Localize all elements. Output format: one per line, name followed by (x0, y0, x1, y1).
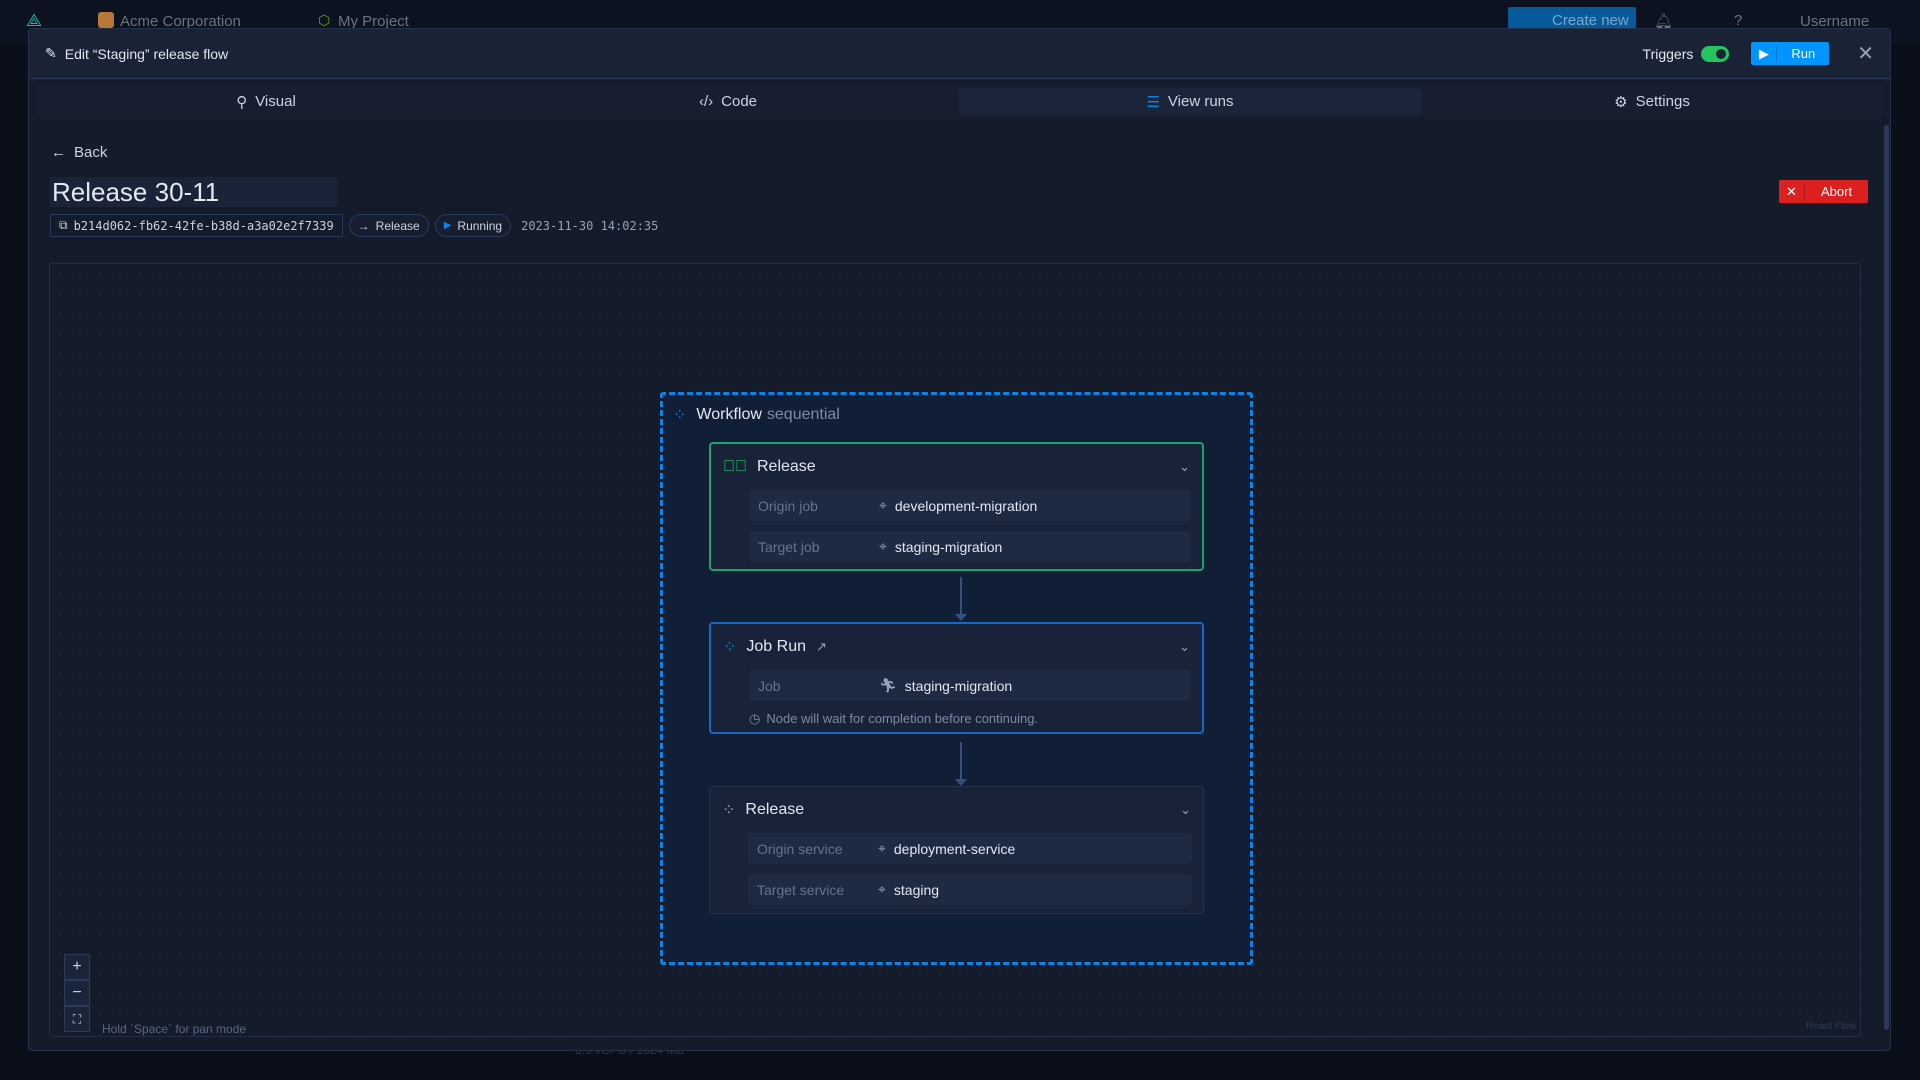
x-icon: ✕ (1779, 183, 1805, 200)
target-icon: ⌖ (879, 497, 887, 513)
row-key: Origin job (758, 497, 818, 514)
row-value: staging (893, 881, 940, 898)
row-value: staging-migration (904, 677, 1013, 694)
triggers-toggle[interactable] (1701, 45, 1730, 62)
fit-view-button[interactable]: ⛶ (64, 1006, 90, 1032)
row-key: Origin service (757, 840, 843, 857)
abort-label: Abort (1821, 184, 1853, 199)
clock-icon: ◷ (749, 711, 761, 726)
arrow-right-icon: → (357, 218, 370, 233)
gear-icon: ⚙ (1614, 93, 1628, 111)
zoom-in-button[interactable]: + (64, 954, 90, 980)
target-icon: ⌖ (879, 538, 887, 554)
triggers-label: Triggers (1642, 45, 1694, 62)
run-id: b214d062-fb62-42fe-b38d-a3a02e2f7339 (73, 218, 334, 233)
run-type: Release (375, 218, 420, 233)
workflow-mode: sequential (766, 406, 840, 423)
edit-flow-modal: ✎ Edit “Staging” release flow Triggers ▶… (28, 28, 1891, 1051)
check-circle-icon: ✓⃝ (723, 458, 747, 475)
run-type-badge: → Release (348, 214, 429, 237)
tab-label: Settings (1635, 93, 1690, 110)
row-value: development-migration (894, 497, 1038, 514)
node-row: Job 🏃︎ staging-migration (749, 670, 1191, 701)
tab-settings[interactable]: ⚙ Settings (1421, 85, 1883, 118)
run-button[interactable]: ▶ Run (1751, 42, 1830, 65)
job-run-node[interactable]: ⁘ Job Run ↗ ⌄ Job 🏃︎ staging-migration ◷ Node … (709, 622, 1204, 734)
row-value: deployment-service (893, 840, 1016, 857)
node-note: ◷ Node will wait for completion before co… (749, 711, 1202, 727)
code-icon: ‹/› (698, 93, 714, 110)
edge-arrow (955, 742, 967, 786)
tab-code[interactable]: ‹/› Code (497, 85, 959, 118)
run-timestamp: 2023-11-30 14:02:35 (521, 218, 659, 233)
release-node-2[interactable]: ⁘ Release ⌄ Origin service ⌖ deployment-serv… (709, 786, 1204, 914)
create-new-label: Create new (1552, 12, 1629, 29)
play-icon: ▶ (1751, 45, 1778, 62)
spinner-icon: ⁘ (723, 639, 737, 656)
tab-label: Visual (255, 93, 296, 110)
node-row: Target service ⌖ staging (748, 874, 1192, 905)
tab-view-runs[interactable]: ☰ View runs (959, 88, 1421, 115)
edge-arrow (955, 577, 967, 621)
arrow-left-icon: ← (51, 144, 66, 161)
sitemap-icon: ⚲ (236, 93, 248, 111)
tab-bar: ⚲ Visual ‹/› Code ☰ View runs ⚙ Settings (35, 85, 1883, 118)
node-row: Origin service ⌖ deployment-service (748, 833, 1192, 864)
tab-visual[interactable]: ⚲ Visual (35, 85, 497, 118)
target-icon: ⌖ (878, 840, 886, 856)
chevron-down-icon[interactable]: ⌄ (1179, 459, 1190, 475)
node-title: Release (757, 458, 816, 475)
chevron-down-icon[interactable]: ⌄ (1179, 639, 1190, 655)
back-link[interactable]: ← Back (51, 144, 107, 161)
zoom-out-button[interactable]: − (64, 980, 90, 1006)
node-row: Target job ⌖ staging-migration (749, 531, 1191, 562)
org-avatar-icon (98, 12, 114, 28)
edit-icon: ✎ (45, 45, 57, 61)
row-key: Target service (757, 881, 845, 898)
workflow-group: ⁘ Workflow sequential ✓⃝ Release ⌄ Origin … (660, 392, 1253, 965)
run-name-input[interactable]: Release 30-11 (50, 177, 337, 207)
workflow-title: Workflow (696, 406, 762, 423)
pan-hint: Hold `Space` for pan mode (102, 1022, 247, 1036)
external-link-icon[interactable]: ↗ (816, 639, 827, 655)
abort-button[interactable]: ✕ Abort (1779, 180, 1869, 203)
back-label: Back (74, 144, 108, 161)
run-status-badge: ▶ Running (434, 214, 512, 237)
chevron-down-icon[interactable]: ⌄ (1180, 802, 1191, 818)
spinner-icon: ⁘ (722, 802, 736, 819)
help-icon[interactable]: ? (1734, 12, 1742, 29)
scrollbar[interactable] (1884, 125, 1889, 1030)
react-flow-attribution[interactable]: React Flow (1806, 1021, 1856, 1032)
flow-canvas[interactable]: ⁘ Workflow sequential ✓⃝ Release ⌄ Origin … (49, 263, 1861, 1037)
tab-label: View runs (1167, 93, 1234, 110)
tab-label: Code (721, 93, 758, 110)
row-key: Job (758, 677, 781, 694)
run-status: Running (457, 218, 503, 233)
play-icon: ▶ (443, 220, 452, 231)
list-icon: ☰ (1146, 93, 1160, 111)
node-title: Release (745, 801, 805, 818)
copy-icon[interactable]: ⧉ (59, 218, 68, 233)
run-id-field[interactable]: ⧉ b214d062-fb62-42fe-b38d-a3a02e2f7339 (50, 214, 343, 237)
run-label: Run (1791, 46, 1816, 61)
running-person-icon: 🏃︎ (879, 677, 897, 693)
target-icon: ⌖ (878, 881, 886, 897)
row-value: staging-migration (894, 538, 1003, 555)
spinner-icon: ⁘ (673, 407, 687, 424)
close-icon[interactable]: ✕ (1857, 41, 1874, 66)
node-row: Origin job ⌖ development-migration (749, 490, 1191, 521)
modal-title: Edit “Staging” release flow (64, 45, 229, 62)
row-key: Target job (758, 538, 820, 555)
note-text: Node will wait for completion before con… (766, 711, 1039, 726)
node-title: Job Run (746, 638, 806, 655)
project-icon: ⬡ (318, 12, 331, 28)
release-node-1[interactable]: ✓⃝ Release ⌄ Origin job ⌖ development-migrat… (709, 442, 1204, 571)
modal-header: ✎ Edit “Staging” release flow Triggers ▶… (29, 29, 1890, 79)
